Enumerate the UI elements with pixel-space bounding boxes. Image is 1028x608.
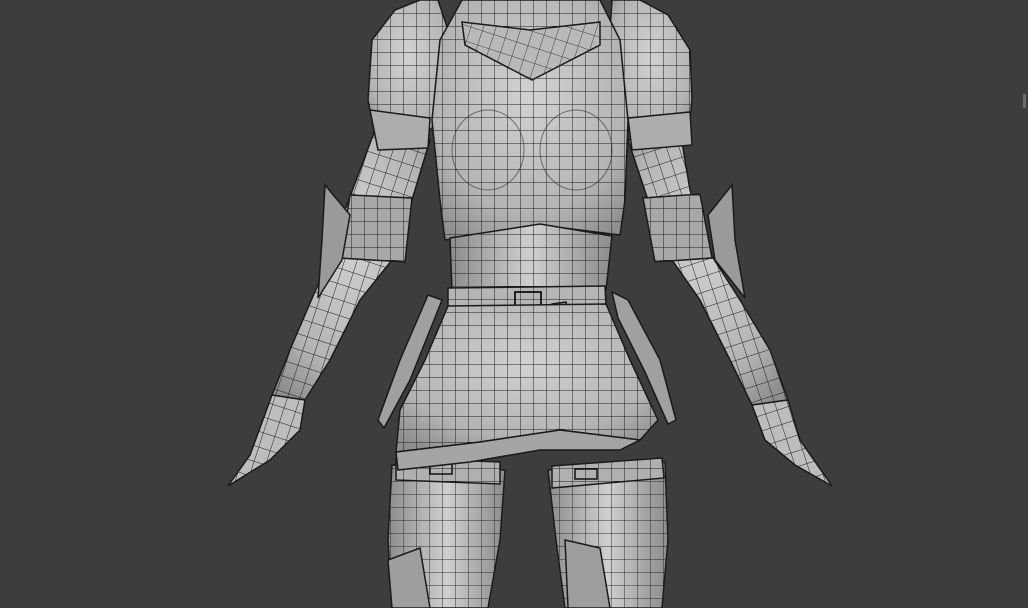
breastplate (431, 0, 629, 241)
right-arm (627, 129, 833, 487)
waist (449, 223, 613, 293)
skirt (377, 290, 677, 471)
armored-character-wireframe-model[interactable] (0, 0, 1028, 608)
viewport-edge-handle[interactable] (1023, 94, 1026, 108)
3d-viewport[interactable] (0, 0, 1028, 608)
